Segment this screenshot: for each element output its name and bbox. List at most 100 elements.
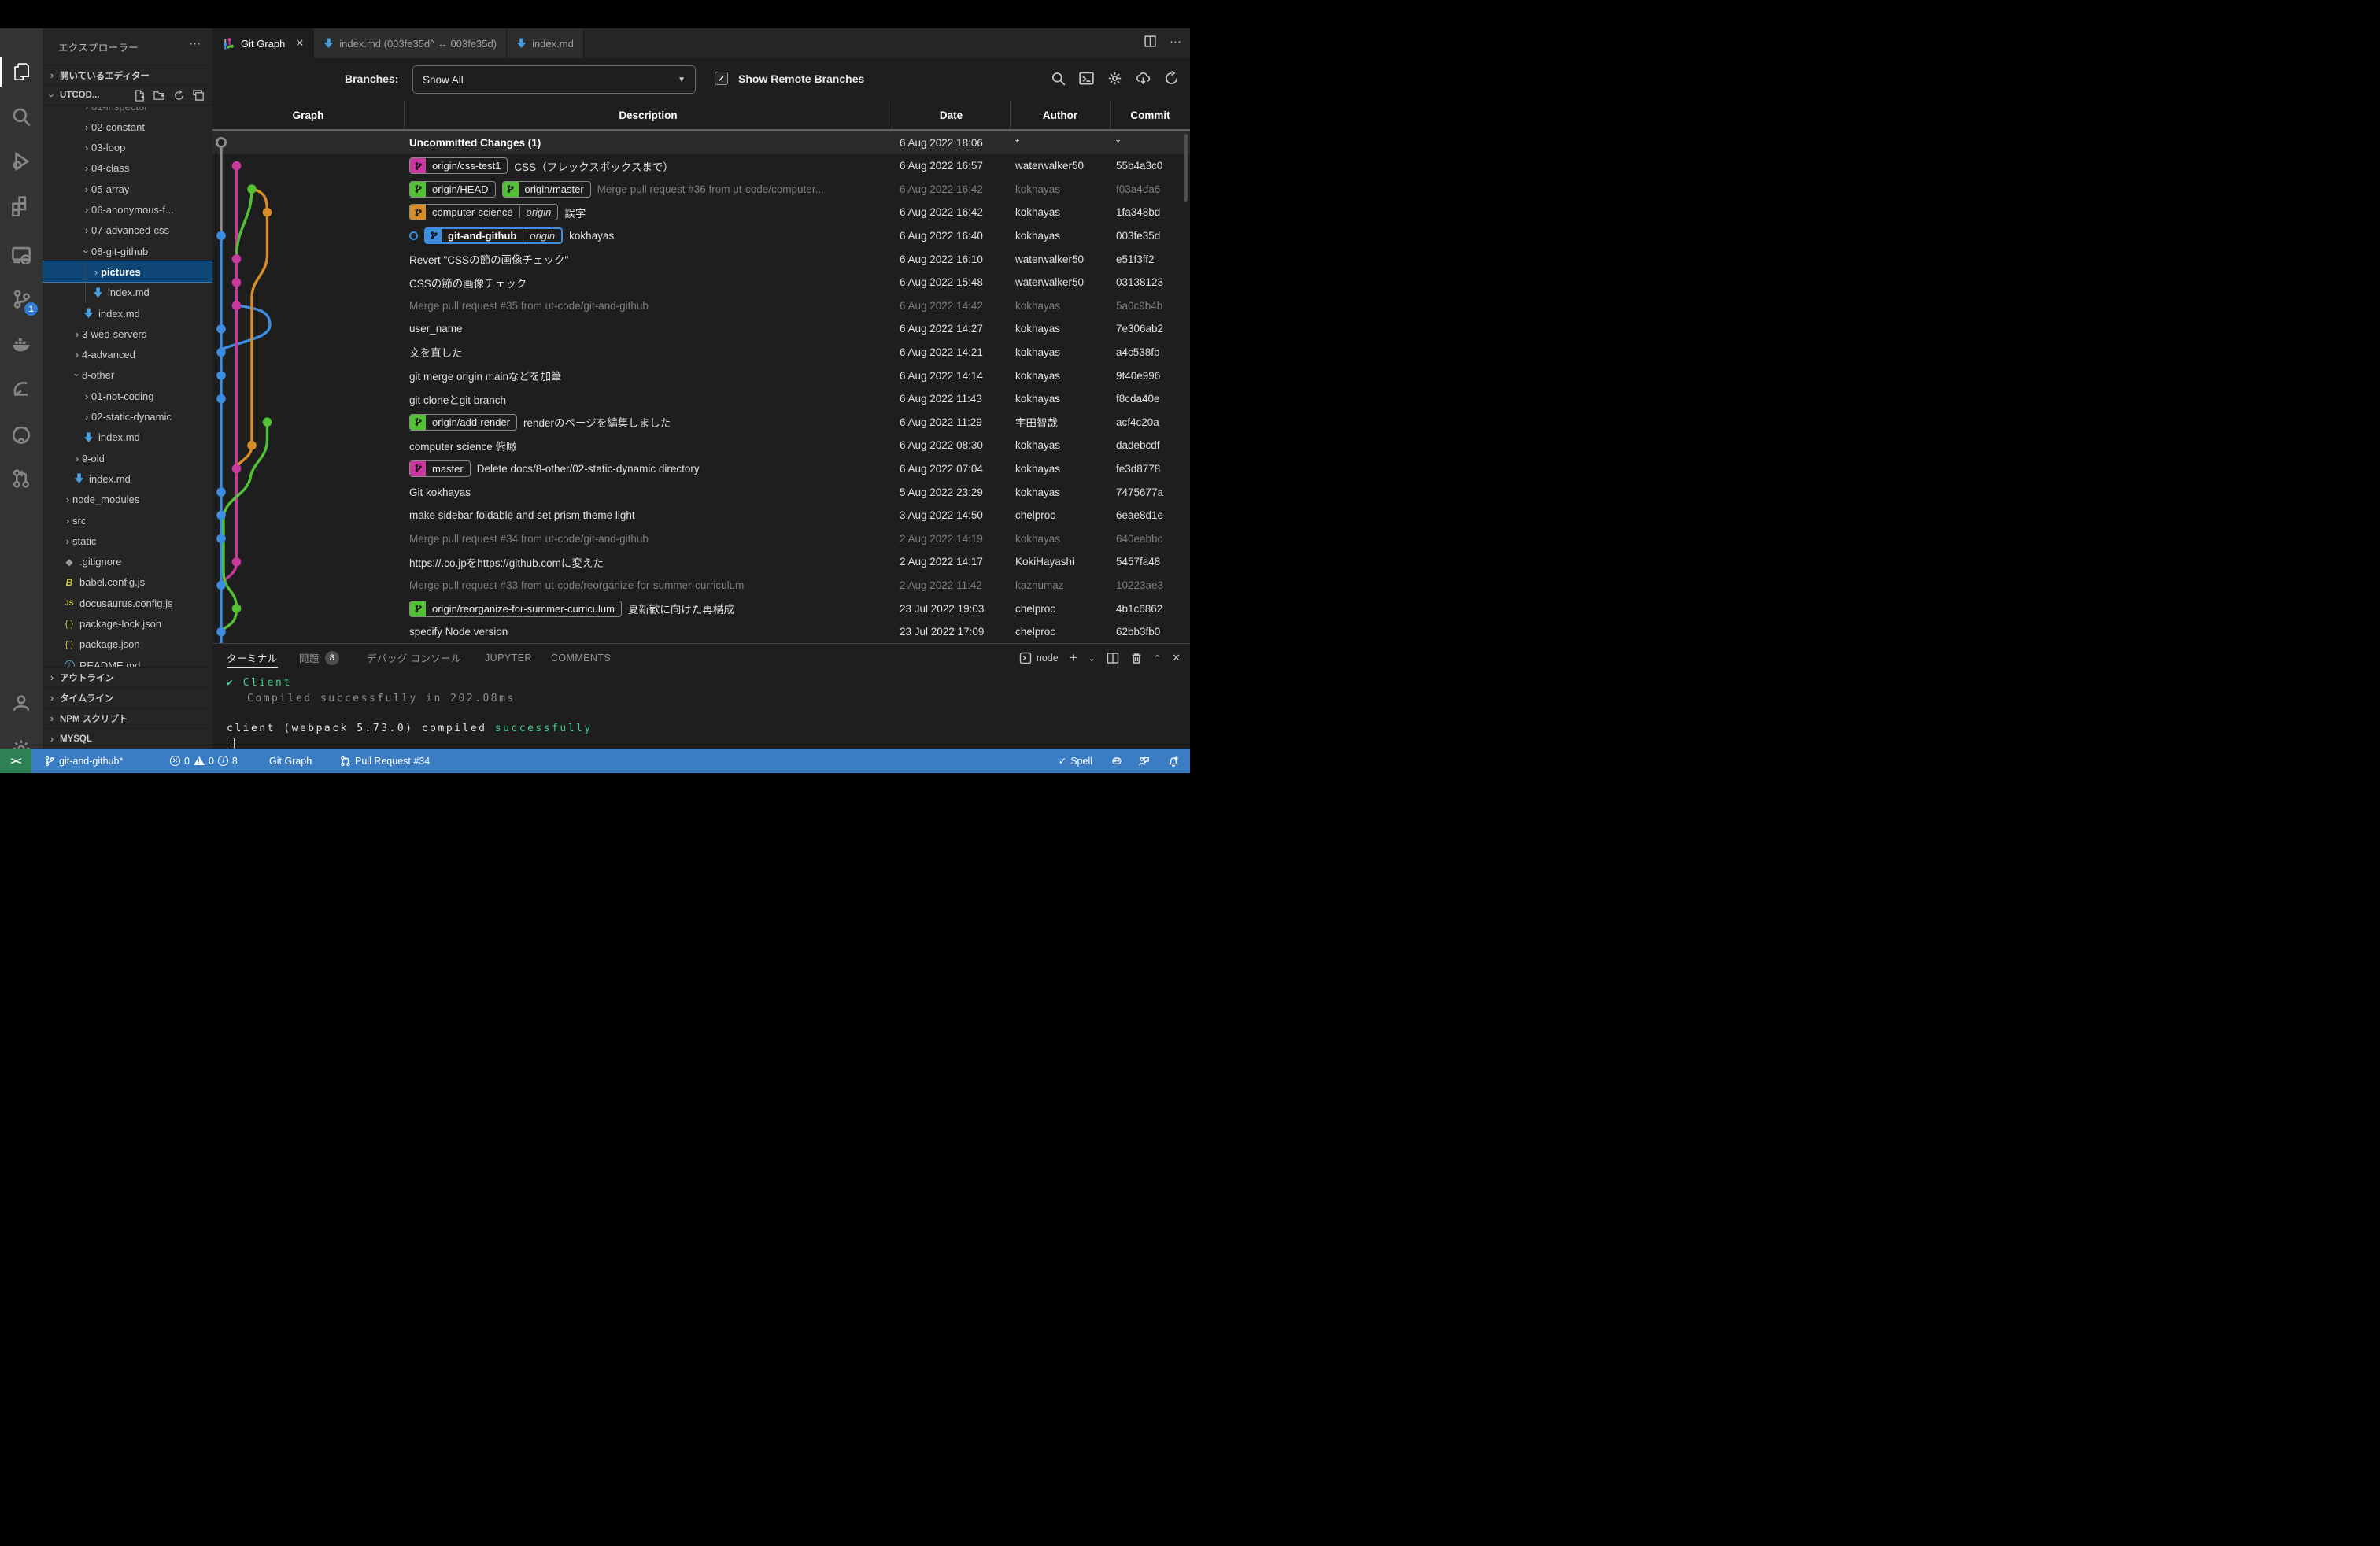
gitgraph-status[interactable]: Git Graph: [269, 749, 312, 773]
panel-tab-1[interactable]: 問題8: [299, 644, 339, 671]
close-icon[interactable]: ✕: [295, 37, 304, 50]
activity-github-icon[interactable]: [0, 415, 42, 454]
tree-folder-02-constant[interactable]: ›02-constant: [42, 117, 213, 137]
tree-file-index-md[interactable]: index.md: [42, 303, 213, 324]
col-header-date[interactable]: Date: [892, 101, 1010, 129]
more-actions-icon[interactable]: ⋯: [189, 36, 201, 50]
remote-indicator[interactable]: ><: [0, 749, 31, 773]
tree-folder-9-old[interactable]: ›9-old: [42, 448, 213, 468]
maximize-panel-icon[interactable]: ⌃: [1154, 653, 1161, 664]
branch-label[interactable]: origin/reorganize-for-summer-curriculum: [409, 601, 622, 617]
tab-index-md-1[interactable]: index.md (003fe35d^ ↔ 003fe35d): [314, 28, 507, 58]
tree-file-package-lock-json[interactable]: { }package-lock.json: [42, 614, 213, 634]
tree-folder-06-anonymous-f-[interactable]: ›06-anonymous-f...: [42, 200, 213, 220]
tree-file-index-md[interactable]: index.md: [42, 283, 213, 303]
tree-folder-src[interactable]: ›src: [42, 510, 213, 531]
more-editor-actions-icon[interactable]: ⋯: [1170, 35, 1182, 49]
commit-hash: *: [1116, 131, 1187, 154]
scrollbar-thumb[interactable]: [1184, 134, 1188, 202]
terminal-icon[interactable]: [1079, 71, 1094, 86]
tree-file-package-json[interactable]: { }package.json: [42, 634, 213, 655]
branch-label[interactable]: computer-scienceorigin: [409, 204, 558, 220]
activity-extensions-icon[interactable]: [0, 187, 42, 226]
activity-remote-explorer-icon[interactable]: [0, 235, 42, 275]
pull-request-status[interactable]: Pull Request #34: [340, 749, 430, 773]
section-0[interactable]: ›アウトライン: [42, 667, 213, 687]
branch-label[interactable]: git-and-githuborigin: [424, 227, 563, 244]
panel-tab-4[interactable]: COMMENTS: [551, 644, 611, 671]
open-editors-section[interactable]: › 開いているエディター: [42, 65, 213, 85]
new-folder-icon[interactable]: [153, 90, 165, 102]
search-icon[interactable]: [1051, 71, 1066, 86]
show-remote-label[interactable]: Show Remote Branches: [738, 72, 864, 85]
shell-selector[interactable]: node: [1019, 652, 1059, 664]
gear-icon[interactable]: [1107, 71, 1122, 86]
trash-icon[interactable]: [1130, 652, 1143, 664]
panel-tab-0[interactable]: ターミナル: [227, 644, 278, 671]
tree-file-index-md[interactable]: index.md: [42, 427, 213, 448]
col-header-description[interactable]: Description: [404, 101, 892, 129]
branches-dropdown[interactable]: Show All ▼: [412, 65, 696, 94]
tree-folder-pictures[interactable]: ›pictures: [42, 261, 213, 282]
fetch-cloud-icon[interactable]: [1136, 71, 1151, 86]
new-terminal-icon[interactable]: +: [1070, 650, 1077, 666]
tree-folder-07-advanced-css[interactable]: ›07-advanced-css: [42, 220, 213, 241]
tree-file-docusaurus-config-js[interactable]: JSdocusaurus.config.js: [42, 593, 213, 613]
problems-status[interactable]: ✕ 0 0 i 8: [170, 749, 238, 773]
tree-file--gitignore[interactable]: ◆.gitignore: [42, 552, 213, 572]
tree-folder-04-class[interactable]: ›04-class: [42, 158, 213, 179]
section-1[interactable]: ›タイムライン: [42, 687, 213, 708]
col-header-graph[interactable]: Graph: [213, 101, 404, 129]
terminal-dropdown-icon[interactable]: ⌄: [1088, 653, 1096, 664]
refresh-icon[interactable]: [1164, 71, 1179, 86]
activity-pull-requests-icon[interactable]: [0, 459, 42, 498]
activity-explorer-icon[interactable]: [0, 52, 42, 91]
tree-folder-01-inspector[interactable]: ›01-inspector: [42, 107, 213, 117]
activity-account-icon[interactable]: [0, 683, 42, 723]
tree-file-babel-config-js[interactable]: Bbabel.config.js: [42, 572, 213, 593]
tree-folder-02-static-dynamic[interactable]: ›02-static-dynamic: [42, 407, 213, 427]
col-header-author[interactable]: Author: [1010, 101, 1110, 129]
tree-file-readme-md[interactable]: iREADME.md: [42, 655, 213, 668]
tree-folder-node-modules[interactable]: ›node_modules: [42, 490, 213, 510]
tree-file-index-md[interactable]: index.md: [42, 468, 213, 489]
activity-gitlens-icon[interactable]: [0, 370, 42, 409]
tree-folder-05-array[interactable]: ›05-array: [42, 179, 213, 199]
branch-label[interactable]: origin/master: [502, 181, 591, 198]
activity-run-debug-icon[interactable]: [0, 142, 42, 181]
branch-status[interactable]: git-and-github*: [44, 749, 123, 773]
tree-folder-8-other[interactable]: ›8-other: [42, 365, 213, 386]
new-file-icon[interactable]: [134, 90, 146, 102]
tree-folder-4-advanced[interactable]: ›4-advanced: [42, 345, 213, 365]
notifications-status[interactable]: [1168, 749, 1179, 773]
refresh-icon[interactable]: [173, 90, 185, 102]
col-header-commit[interactable]: Commit: [1110, 101, 1190, 129]
section-2[interactable]: ›NPM スクリプト: [42, 708, 213, 728]
panel-tab-2[interactable]: デバッグ コンソール: [367, 644, 461, 671]
split-terminal-icon[interactable]: [1107, 652, 1119, 664]
tree-folder-01-not-coding[interactable]: ›01-not-coding: [42, 386, 213, 406]
tree-folder-static[interactable]: ›static: [42, 531, 213, 551]
tree-folder-08-git-github[interactable]: ›08-git-github: [42, 241, 213, 261]
tree-folder-03-loop[interactable]: ›03-loop: [42, 138, 213, 158]
collapse-all-icon[interactable]: [193, 90, 205, 102]
activity-docker-icon[interactable]: [0, 324, 42, 364]
copilot-status[interactable]: [1111, 749, 1122, 773]
tab-git-graph[interactable]: Git Graph✕: [213, 28, 314, 58]
branch-label[interactable]: origin/HEAD: [409, 181, 496, 198]
feedback-status[interactable]: [1138, 749, 1149, 773]
section-3[interactable]: ›MYSQL: [42, 728, 213, 749]
branch-label[interactable]: origin/add-render: [409, 414, 517, 431]
panel-tab-3[interactable]: JUPYTER: [485, 644, 532, 671]
tab-index-md-2[interactable]: index.md: [507, 28, 584, 58]
tree-folder-3-web-servers[interactable]: ›3-web-servers: [42, 324, 213, 344]
spell-status[interactable]: ✓ Spell: [1059, 749, 1092, 773]
close-panel-icon[interactable]: ✕: [1172, 652, 1181, 664]
branch-label[interactable]: origin/css-test1: [409, 157, 508, 174]
activity-search-icon[interactable]: [0, 97, 42, 136]
split-editor-icon[interactable]: [1144, 35, 1157, 48]
activity-source-control-icon[interactable]: 1: [0, 279, 42, 319]
show-remote-checkbox[interactable]: ✓: [715, 72, 728, 85]
branch-label[interactable]: master: [409, 460, 471, 477]
project-section-header[interactable]: › UTCOD...: [42, 85, 213, 105]
